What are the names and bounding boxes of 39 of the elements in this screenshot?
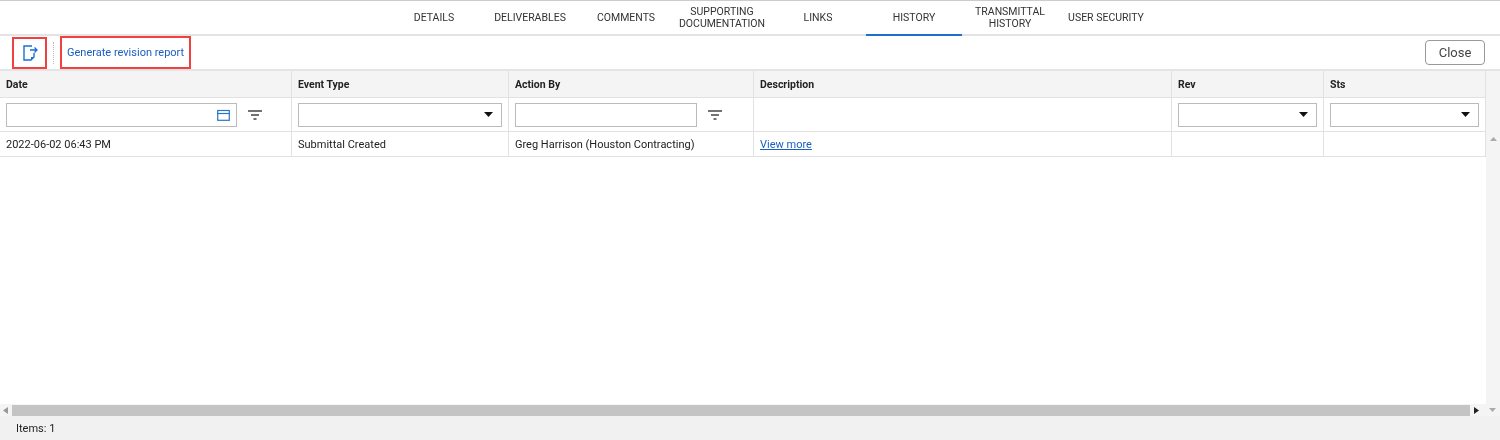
- view-more-link[interactable]: View more: [760, 137, 812, 151]
- tab[interactable]: SUPPORTING DOCUMENTATION: [674, 1, 770, 36]
- dropdown-filter[interactable]: [298, 102, 502, 127]
- date-filter-field[interactable]: [6, 102, 237, 127]
- text-filter-field[interactable]: [515, 102, 697, 127]
- tab[interactable]: COMMENTS: [578, 1, 674, 36]
- vertical-scrollbar[interactable]: [1486, 71, 1500, 404]
- column-header: Event Type: [298, 77, 350, 91]
- dropdown-filter[interactable]: [1330, 102, 1479, 127]
- generate-report-link[interactable]: Generate revision report: [60, 36, 192, 69]
- scroll-right-icon[interactable]: [1474, 406, 1479, 414]
- column-header: Action By: [515, 77, 561, 91]
- caret-icon: [484, 112, 493, 117]
- horizontal-scrollbar[interactable]: [12, 404, 1470, 416]
- column-header: Date: [6, 77, 28, 91]
- tab[interactable]: LINKS: [770, 1, 866, 36]
- dropdown-filter[interactable]: [1178, 102, 1317, 127]
- filter-icon[interactable]: [708, 109, 722, 120]
- scroll-left-icon[interactable]: [3, 406, 8, 414]
- tab[interactable]: DETAILS: [386, 1, 482, 36]
- caret-icon: [1299, 112, 1308, 117]
- item-count: Items: 1: [16, 421, 56, 435]
- close-button[interactable]: Close: [1425, 40, 1485, 65]
- caret-icon: [1461, 112, 1470, 117]
- scroll-down-icon[interactable]: [1489, 408, 1496, 412]
- column-header: Description: [760, 77, 815, 91]
- table-cell: 2022-06-02 06:43 PM: [6, 137, 111, 151]
- column-header: Rev: [1178, 77, 1196, 91]
- export-icon[interactable]: [12, 36, 47, 69]
- tab[interactable]: USER SECURITY: [1058, 1, 1154, 36]
- filter-icon[interactable]: [248, 109, 262, 120]
- calendar-icon[interactable]: [217, 108, 230, 121]
- scroll-up-icon[interactable]: [1489, 137, 1497, 141]
- table-cell: Submittal Created: [298, 137, 386, 151]
- table-cell: Greg Harrison (Houston Contracting): [515, 137, 695, 151]
- tab[interactable]: TRANSMITTAL HISTORY: [962, 1, 1058, 36]
- column-header: Sts: [1330, 77, 1346, 91]
- tab[interactable]: HISTORY: [866, 1, 962, 36]
- tab[interactable]: DELIVERABLES: [482, 1, 578, 36]
